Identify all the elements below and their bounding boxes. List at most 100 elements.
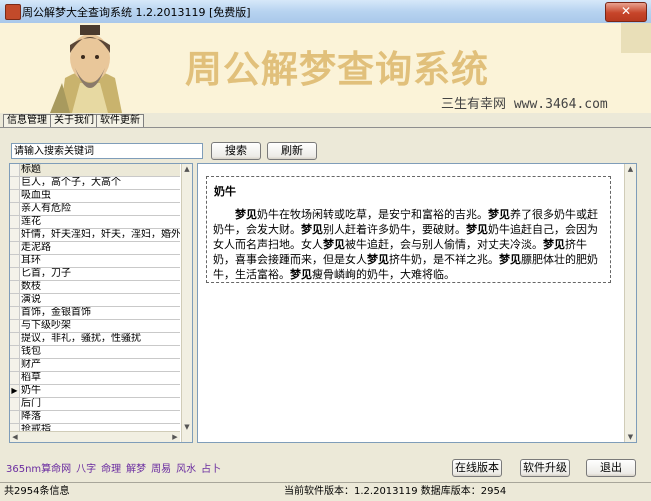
title-bar: 周公解梦大全查询系统 1.2.2013119 [免费版] ✕: [0, 0, 651, 24]
row-indicator: [10, 398, 20, 410]
list-item[interactable]: 莲花: [10, 216, 180, 229]
list-item-label: 降落: [21, 411, 41, 422]
scroll-right-arrow-icon[interactable]: ▶: [170, 432, 180, 442]
list-item[interactable]: 匕首，刀子: [10, 268, 180, 281]
main-panel: 请输入搜索关键词 搜索 刷新 标题 巨人，高个子，大高个 吸血虫亲人有危险莲花奸情，…: [0, 128, 651, 455]
list-item[interactable]: 奸情，奸夫淫妇，奸夫，淫妇，婚外情: [10, 229, 180, 242]
footer-link[interactable]: 风水: [176, 464, 196, 475]
list-item-label: 后门: [21, 398, 41, 409]
list-item-label: 走泥路: [21, 242, 51, 253]
list-item-label: 演说: [21, 294, 41, 305]
list-item-label: 吸血虫: [21, 190, 51, 201]
list-item-label: 财产: [21, 359, 41, 370]
search-input[interactable]: 请输入搜索关键词: [11, 143, 203, 159]
tab-bar: 信息管理 关于我们 软件更新: [0, 113, 651, 128]
list-item-label: 奸情，奸夫淫妇，奸夫，淫妇，婚外情: [21, 229, 180, 240]
upgrade-button[interactable]: 软件升级: [520, 459, 570, 477]
row-indicator: [10, 372, 20, 384]
list-item-label: 首饰，金银首饰: [21, 307, 91, 318]
row-indicator: [10, 307, 20, 319]
list-item[interactable]: 提议，非礼，骚扰，性骚扰: [10, 333, 180, 346]
list-item[interactable]: 钱包: [10, 346, 180, 359]
list-item-label: 提议，非礼，骚扰，性骚扰: [21, 333, 141, 344]
list-item-label: 莲花: [21, 216, 41, 227]
row-indicator: [10, 190, 20, 202]
scroll-down-arrow-icon[interactable]: ▼: [182, 422, 192, 432]
scroll-left-arrow-icon[interactable]: ◀: [10, 432, 20, 442]
list-vertical-scrollbar[interactable]: ▲ ▼: [181, 164, 192, 442]
sage-portrait-image: [10, 23, 170, 113]
row-selected-indicator-icon: ▶: [10, 385, 20, 397]
scroll-up-arrow-icon[interactable]: ▲: [182, 164, 192, 174]
list-item-label: 奶牛: [21, 385, 41, 396]
list-item[interactable]: 与下级吵架: [10, 320, 180, 333]
footer-link[interactable]: 占卜: [201, 464, 221, 475]
version-info: 当前软件版本：1.2.2013119 数据库版本：2954: [284, 486, 507, 497]
banner-subtitle: 三生有幸网 www.3464.com: [441, 97, 608, 112]
banner-corner-decoration: [621, 23, 651, 53]
list-item[interactable]: ▶ 奶牛: [10, 385, 180, 398]
row-indicator: [10, 216, 20, 228]
online-version-button[interactable]: 在线版本: [452, 459, 502, 477]
tab-info-management[interactable]: 信息管理: [3, 114, 51, 127]
row-indicator: [10, 229, 20, 241]
row-indicator: [10, 255, 20, 267]
status-bar: 共2954条信息 当前软件版本：1.2.2013119 数据库版本：2954: [0, 482, 651, 501]
row-indicator: [10, 281, 20, 293]
banner: 周公解梦查询系统 三生有幸网 www.3464.com: [0, 23, 651, 113]
footer-bar: 365nm算命网 八字 命理 解梦 周易 风水 占卜 在线版本 软件升级 退出: [0, 455, 651, 482]
row-indicator: [10, 333, 20, 345]
list-item[interactable]: 耳环: [10, 255, 180, 268]
window-title: 周公解梦大全查询系统 1.2.2013119 [免费版]: [22, 6, 251, 19]
list-item-label: 数枝: [21, 281, 41, 292]
list-item[interactable]: 走泥路: [10, 242, 180, 255]
list-item[interactable]: 稻草: [10, 372, 180, 385]
list-item[interactable]: 后门: [10, 398, 180, 411]
tab-software-update[interactable]: 软件更新: [96, 114, 144, 127]
footer-link[interactable]: 命理: [101, 464, 121, 475]
row-indicator: [10, 346, 20, 358]
footer-link[interactable]: 八字: [76, 464, 96, 475]
row-indicator: [10, 203, 20, 215]
row-indicator: [10, 164, 20, 176]
list-header: 标题: [10, 164, 180, 177]
row-indicator: [10, 320, 20, 332]
row-indicator: [10, 411, 20, 423]
list-item[interactable]: 亲人有危险: [10, 203, 180, 216]
list-item-label: 匕首，刀子: [21, 268, 71, 279]
list-item-label: 亲人有危险: [21, 203, 71, 214]
search-button[interactable]: 搜索: [211, 142, 261, 160]
tab-about-us[interactable]: 关于我们: [50, 114, 98, 127]
content-pane: 奶牛 梦见奶牛在牧场闲转或吃草，是安宁和富裕的吉兆。梦见养了很多奶牛或赶奶牛，会…: [197, 163, 637, 443]
list-item[interactable]: 演说: [10, 294, 180, 307]
content-scroll-down-icon[interactable]: ▼: [625, 432, 636, 442]
list-item-label: 与下级吵架: [21, 320, 71, 331]
row-indicator: [10, 294, 20, 306]
content-heading: 奶牛: [214, 185, 236, 198]
list-item-label: 巨人，高个子，大高个: [21, 177, 121, 188]
content-vertical-scrollbar[interactable]: ▲ ▼: [624, 164, 636, 442]
footer-links: 365nm算命网 八字 命理 解梦 周易 风水 占卜: [6, 460, 226, 475]
banner-title: 周公解梦查询系统: [185, 47, 489, 91]
list-item[interactable]: 首饰，金银首饰: [10, 307, 180, 320]
footer-link[interactable]: 解梦: [126, 464, 146, 475]
list-item[interactable]: 巨人，高个子，大高个: [10, 177, 180, 190]
content-box: 奶牛 梦见奶牛在牧场闲转或吃草，是安宁和富裕的吉兆。梦见养了很多奶牛或赶奶牛，会…: [206, 176, 611, 283]
list-item[interactable]: 数枝: [10, 281, 180, 294]
refresh-button[interactable]: 刷新: [267, 142, 317, 160]
app-icon: [5, 4, 21, 20]
row-indicator: [10, 177, 20, 189]
list-item[interactable]: 吸血虫: [10, 190, 180, 203]
list-item-label: 稻草: [21, 372, 41, 383]
content-scroll-up-icon[interactable]: ▲: [625, 164, 636, 174]
footer-link[interactable]: 周易: [151, 464, 171, 475]
close-button[interactable]: ✕: [605, 2, 647, 22]
list-horizontal-scrollbar[interactable]: ◀ ▶: [10, 431, 180, 442]
list-item[interactable]: 财产: [10, 359, 180, 372]
list-item-label: 钱包: [21, 346, 41, 357]
footer-link[interactable]: 365nm算命网: [6, 464, 71, 475]
content-paragraph: 梦见奶牛在牧场闲转或吃草，是安宁和富裕的吉兆。梦见养了很多奶牛或赶奶牛，会发大财…: [213, 208, 598, 281]
row-indicator: [10, 242, 20, 254]
exit-button[interactable]: 退出: [586, 459, 636, 477]
list-item[interactable]: 降落: [10, 411, 180, 424]
